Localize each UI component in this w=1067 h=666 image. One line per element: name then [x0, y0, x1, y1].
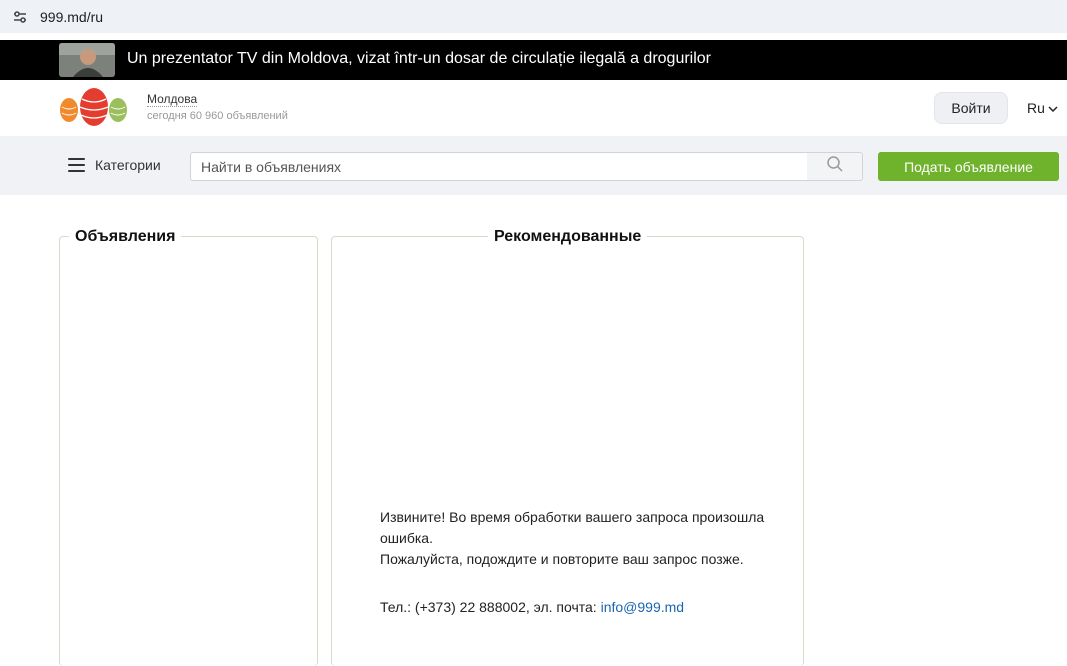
- site-logo[interactable]: [58, 87, 130, 127]
- login-button[interactable]: Войти: [934, 92, 1008, 124]
- error-line-2: Пожалуйста, подождите и повторите ваш за…: [380, 551, 744, 567]
- menu-icon: [68, 158, 85, 172]
- error-line-1: Извините! Во время обработки вашего запр…: [380, 509, 765, 546]
- search-icon: [826, 155, 844, 178]
- language-label: Ru: [1027, 100, 1045, 116]
- language-selector[interactable]: Ru: [1027, 100, 1058, 116]
- ads-count: сегодня 60 960 объявлений: [147, 110, 288, 122]
- news-headline-link[interactable]: Un prezentator TV din Moldova, vizat înt…: [127, 50, 711, 68]
- categories-button[interactable]: Категории: [68, 157, 161, 173]
- contact-info: Тел.: (+373) 22 888002, эл. почта: info@…: [380, 599, 684, 615]
- recommended-panel-title: Рекомендованные: [488, 228, 648, 246]
- news-thumbnail[interactable]: [59, 43, 115, 77]
- search-button[interactable]: [807, 152, 863, 181]
- categories-label: Категории: [95, 157, 161, 173]
- browser-address-bar: 999.md/ru: [0, 0, 1067, 33]
- news-banner: Un prezentator TV din Moldova, vizat înt…: [0, 40, 1067, 80]
- email-link[interactable]: info@999.md: [601, 599, 684, 615]
- ads-panel-title: Объявления: [69, 228, 182, 246]
- chevron-down-icon: [1048, 100, 1058, 116]
- ads-panel: Объявления: [59, 228, 318, 666]
- site-header: Молдова сегодня 60 960 объявлений Войти …: [0, 80, 1067, 136]
- region-selector[interactable]: Молдова: [147, 92, 198, 107]
- recommended-panel: Рекомендованные Извините! Во время обраб…: [331, 228, 804, 666]
- post-ad-button[interactable]: Подать объявление: [878, 152, 1059, 181]
- error-message: Извините! Во время обработки вашего запр…: [380, 507, 780, 570]
- search-input[interactable]: [190, 152, 808, 181]
- search-strip: Категории Подать объявление: [0, 136, 1067, 195]
- contact-prefix: Тел.: (+373) 22 888002, эл. почта:: [380, 599, 597, 615]
- address-url[interactable]: 999.md/ru: [40, 9, 103, 25]
- site-settings-icon[interactable]: [10, 7, 30, 27]
